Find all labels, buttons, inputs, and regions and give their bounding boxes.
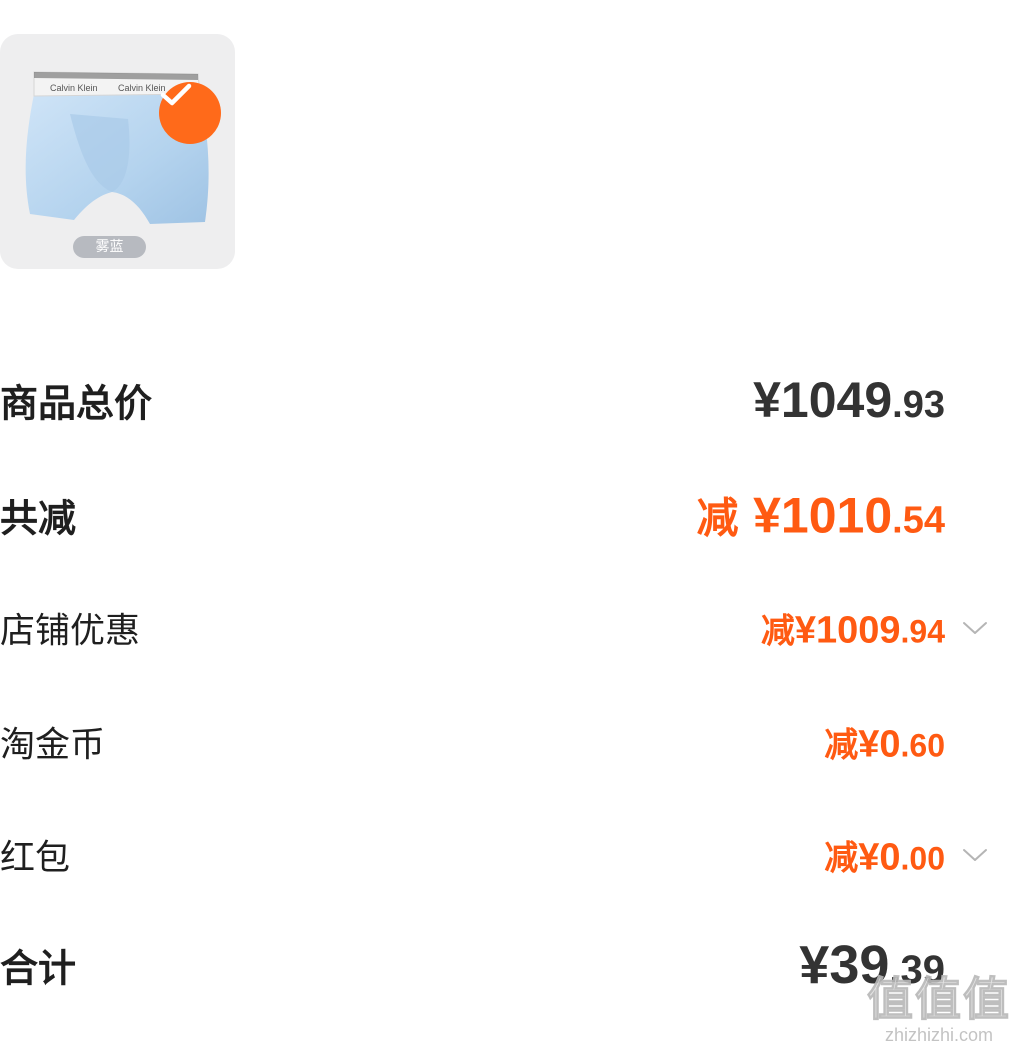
red-packet-main: ¥0 — [858, 836, 901, 879]
chevron-down-icon[interactable] — [962, 847, 988, 863]
total-price-value: ¥1049 .93 — [753, 371, 945, 429]
red-packet-decimal: .00 — [900, 840, 945, 877]
gold-coin-label: 淘金币 — [0, 725, 106, 766]
gold-coin-value: 减 ¥0 .60 — [824, 718, 945, 767]
chevron-down-icon[interactable] — [962, 620, 988, 636]
store-discount-value: 减 ¥1009 .94 — [761, 604, 945, 653]
gold-coin-decimal: .60 — [900, 727, 945, 764]
watermark-url: zhizhizhi.com — [884, 1025, 994, 1045]
row-store-discount[interactable]: 店铺优惠 减 ¥1009 .94 — [0, 593, 1019, 663]
store-discount-main: ¥1009 — [794, 609, 901, 652]
discount-total-label: 共减 — [0, 496, 77, 541]
store-discount-label: 店铺优惠 — [0, 611, 141, 652]
total-price-decimal: .93 — [892, 384, 945, 426]
red-packet-prefix: 减 — [824, 838, 859, 879]
final-total-label: 合计 — [0, 946, 77, 991]
discount-total-decimal: .54 — [892, 499, 945, 542]
variant-tag: 雾蓝 — [73, 236, 146, 258]
total-price-main: ¥1049 — [753, 372, 893, 428]
site-watermark: 值值值 zhizhizhi.com — [867, 972, 1011, 1046]
boxer-brief-image: Calvin Klein Calvin Klein — [25, 71, 209, 224]
red-packet-label: 红包 — [0, 838, 71, 879]
gold-coin-main: ¥0 — [858, 723, 901, 766]
svg-text:Calvin Klein: Calvin Klein — [50, 83, 98, 93]
row-discount-total: 共减 减 ¥1010 .54 — [0, 480, 1019, 550]
row-red-packet[interactable]: 红包 减 ¥0 .00 — [0, 820, 1019, 890]
total-price-label: 商品总价 — [0, 381, 153, 426]
gold-coin-prefix: 减 — [824, 725, 859, 766]
store-discount-decimal: .94 — [900, 613, 945, 650]
red-packet-value: 减 ¥0 .00 — [824, 831, 945, 880]
discount-total-main: ¥1010 — [753, 487, 893, 544]
row-gold-coin: 淘金币 减 ¥0 .60 — [0, 707, 1019, 777]
selected-check-icon[interactable] — [159, 82, 221, 144]
product-thumbnail[interactable]: Calvin Klein Calvin Klein 雾蓝 — [0, 34, 235, 269]
discount-total-prefix: 减 — [696, 493, 754, 543]
store-discount-prefix: 减 — [760, 611, 795, 652]
watermark-logo: 值值值 — [867, 972, 1011, 1026]
row-total-price: 商品总价 ¥1049 .93 — [0, 365, 1019, 435]
discount-total-value: 减 ¥1010 .54 — [697, 485, 946, 546]
